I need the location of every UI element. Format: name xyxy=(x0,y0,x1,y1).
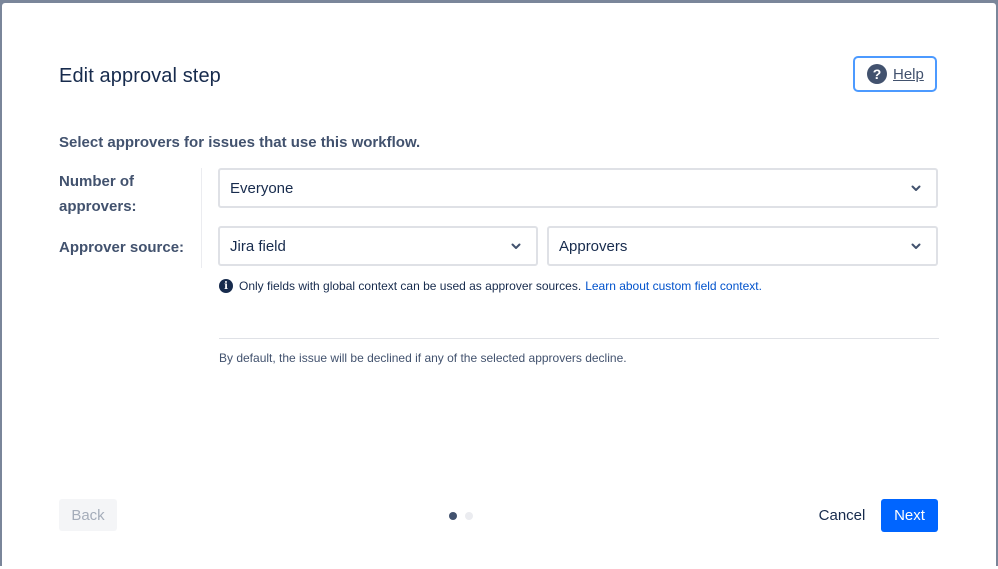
number-of-approvers-select[interactable]: Everyone xyxy=(218,168,938,208)
info-text: Only fields with global context can be u… xyxy=(239,279,582,293)
back-button[interactable]: Back xyxy=(59,499,117,531)
chevron-down-icon xyxy=(511,243,521,249)
cancel-button[interactable]: Cancel xyxy=(809,499,875,531)
step-dot-2 xyxy=(465,512,473,520)
next-button[interactable]: Next xyxy=(881,499,938,532)
approver-source-field-value: Approvers xyxy=(559,237,628,255)
help-button[interactable]: ? Help xyxy=(853,56,937,92)
info-icon: i xyxy=(219,279,233,293)
approver-source-type-value: Jira field xyxy=(230,237,286,255)
custom-field-context-link[interactable]: Learn about custom field context. xyxy=(585,279,762,293)
help-label: Help xyxy=(893,65,924,83)
dialog-title: Edit approval step xyxy=(59,65,221,87)
number-of-approvers-value: Everyone xyxy=(230,179,294,197)
number-of-approvers-label: Number of approvers: xyxy=(59,173,137,215)
info-message: i Only fields with global context can be… xyxy=(219,279,762,293)
horizontal-divider xyxy=(219,338,939,339)
chevron-down-icon xyxy=(911,243,921,249)
approver-source-type-select[interactable]: Jira field xyxy=(218,226,538,266)
approver-source-label: Approver source: xyxy=(59,239,185,256)
chevron-down-icon xyxy=(911,185,921,191)
approver-source-field-select[interactable]: Approvers xyxy=(547,226,938,266)
decline-note: By default, the issue will be declined i… xyxy=(219,351,627,365)
edit-approval-dialog: Edit approval step ? Help Select approve… xyxy=(2,3,996,569)
question-circle-icon: ? xyxy=(867,64,887,84)
dialog-subtitle: Select approvers for issues that use thi… xyxy=(59,134,421,151)
vertical-divider xyxy=(201,168,202,268)
step-indicator xyxy=(449,512,481,520)
step-dot-1 xyxy=(449,512,457,520)
